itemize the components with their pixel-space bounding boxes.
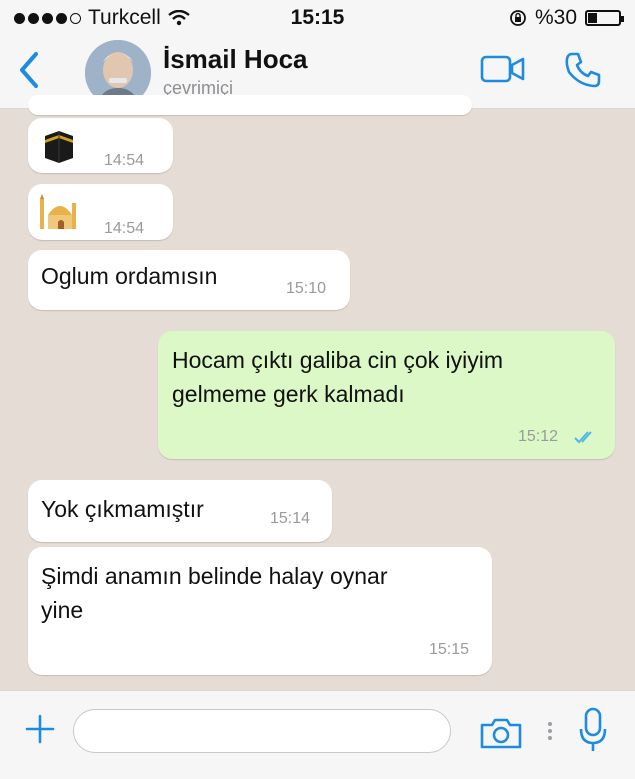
message-bubble-outgoing[interactable]: Hocam çıktı galiba cin çok iyiyim gelmem…	[158, 331, 615, 459]
message-text: Oglum ordamısın	[41, 263, 218, 289]
message-list[interactable]: 14:54 14:54 Oglum ordamısın 15:10 Hocam …	[0, 95, 635, 689]
battery-percent: %30	[534, 6, 577, 29]
message-text-line: Hocam çıktı galiba cin çok iyiyim	[172, 347, 504, 373]
back-chevron-icon[interactable]	[14, 48, 44, 92]
plus-icon[interactable]	[22, 711, 58, 747]
message-text-line: gelmeme gerk kalmadı	[172, 381, 405, 407]
rotation-lock-icon	[510, 10, 526, 26]
message-timestamp: 15:15	[429, 641, 470, 658]
message-text-line: yine	[41, 597, 84, 623]
status-bar: Turkcell 15:15 %30	[0, 0, 635, 38]
separator-dots-icon	[548, 722, 552, 740]
message-bubble-partial	[28, 95, 472, 115]
battery-icon	[585, 10, 624, 26]
message-bubble[interactable]: Yok çıkmamıştır 15:14	[28, 480, 332, 542]
video-call-icon[interactable]	[480, 54, 526, 84]
message-timestamp: 15:14	[270, 510, 311, 527]
kaaba-icon	[45, 131, 73, 163]
read-receipt-icon	[574, 431, 592, 444]
message-input[interactable]	[73, 709, 451, 753]
message-bubble[interactable]: Oglum ordamısın 15:10	[28, 250, 350, 310]
message-timestamp: 14:54	[104, 220, 145, 237]
message-timestamp: 14:54	[104, 152, 145, 169]
message-timestamp: 15:12	[518, 428, 559, 445]
message-text-line: Şimdi anamın belinde halay oynar	[41, 563, 388, 589]
phone-call-icon[interactable]	[563, 50, 603, 90]
message-bubble[interactable]: 14:54	[28, 118, 173, 173]
microphone-icon[interactable]	[578, 707, 608, 755]
camera-icon[interactable]	[478, 715, 524, 751]
input-bar	[0, 690, 635, 779]
message-bubble[interactable]: 14:54	[28, 184, 173, 240]
status-right: %30	[509, 6, 624, 30]
message-text: Yok çıkmamıştır	[41, 496, 204, 522]
message-timestamp: 15:10	[286, 280, 327, 297]
message-bubble[interactable]: Şimdi anamın belinde halay oynar yine 15…	[28, 547, 492, 675]
mosque-icon	[40, 194, 76, 229]
contact-name[interactable]: İsmail Hoca	[163, 44, 308, 75]
